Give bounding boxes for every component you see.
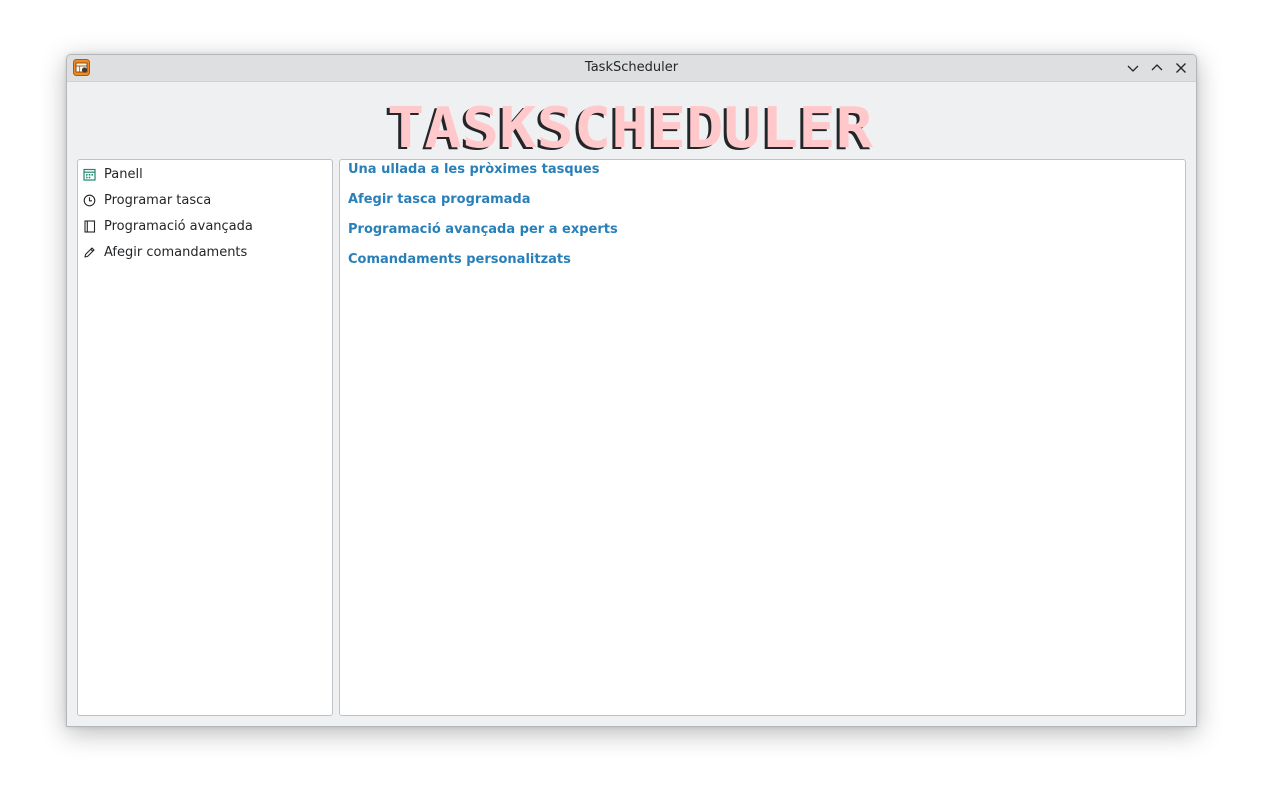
link-custom-commands[interactable]: Comandaments personalitzats bbox=[348, 252, 571, 267]
link-add-scheduled-task[interactable]: Afegir tasca programada bbox=[348, 192, 531, 207]
main-content: Una ullada a les pròximes tasques Afegir… bbox=[339, 159, 1186, 716]
calendar-icon bbox=[83, 168, 96, 181]
notebook-icon bbox=[84, 220, 96, 233]
sidebar: Panell Programar tasca Programació avanç… bbox=[77, 159, 333, 716]
app-window: TaskScheduler TASKSCHEDULER TASKSCHEDULE… bbox=[66, 54, 1197, 727]
sidebar-item-label: Panell bbox=[104, 167, 143, 182]
maximize-button[interactable] bbox=[1149, 60, 1165, 76]
window-title: TaskScheduler bbox=[584, 60, 679, 75]
minimize-button[interactable] bbox=[1125, 60, 1141, 76]
close-button[interactable] bbox=[1173, 60, 1189, 76]
pencil-icon bbox=[84, 247, 95, 258]
sidebar-item-label: Afegir comandaments bbox=[104, 245, 248, 260]
sidebar-item-panell[interactable]: Panell bbox=[78, 162, 332, 186]
clock-icon bbox=[83, 194, 96, 207]
sidebar-item-afegir-comandaments[interactable]: Afegir comandaments bbox=[78, 240, 332, 264]
sidebar-item-label: Programació avançada bbox=[104, 219, 253, 234]
sidebar-item-programar-tasca[interactable]: Programar tasca bbox=[78, 188, 332, 212]
sidebar-item-programacio-avancada[interactable]: Programació avançada bbox=[78, 214, 332, 238]
link-upcoming-tasks[interactable]: Una ullada a les pròximes tasques bbox=[348, 162, 599, 177]
titlebar[interactable]: TaskScheduler bbox=[67, 55, 1196, 82]
link-advanced-scheduling[interactable]: Programació avançada per a experts bbox=[348, 222, 618, 237]
taskscheduler-logo: TASKSCHEDULER TASKSCHEDULER bbox=[384, 96, 873, 157]
sidebar-item-label: Programar tasca bbox=[104, 193, 212, 208]
logo-text: TASKSCHEDULER bbox=[387, 96, 873, 157]
